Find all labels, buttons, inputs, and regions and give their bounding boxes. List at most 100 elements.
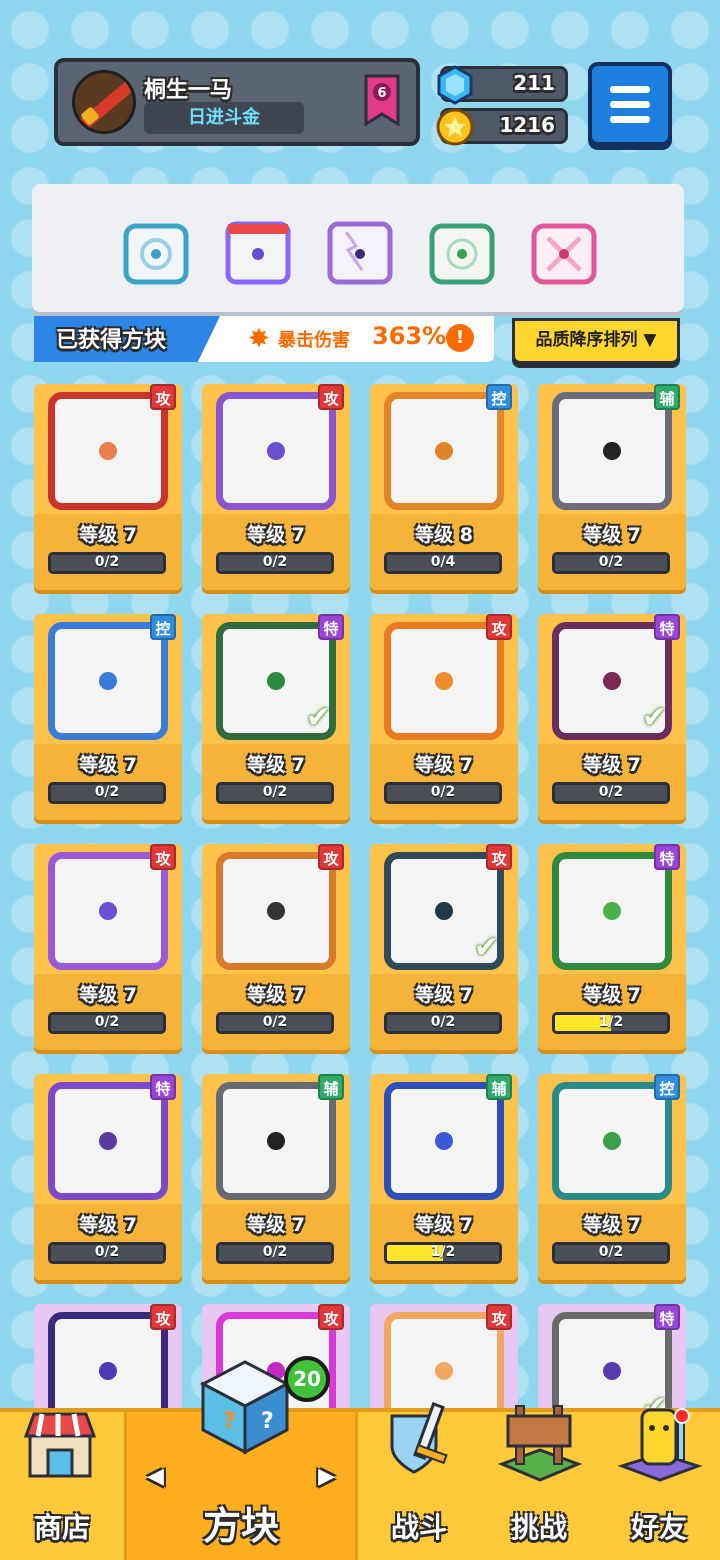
block-artwork: ✔: [384, 852, 504, 970]
block-card[interactable]: 攻等级 7 0/2: [202, 844, 350, 1050]
block-card[interactable]: 辅等级 7 1/2: [370, 1074, 518, 1280]
upgrade-progress-text: 1/2: [430, 1244, 456, 1260]
bottom-navigation: 商店 ?? ◀ ▶ 方块 战斗 挑战 好友: [0, 1360, 720, 1560]
upgrade-progress-bar: 0/2: [552, 552, 670, 574]
upgrade-progress-text: 0/2: [598, 1244, 624, 1260]
equipped-check-icon: ✔: [641, 700, 667, 735]
equipped-blocks-panel: [32, 184, 684, 312]
nav-shop-label: 商店: [33, 1511, 90, 1544]
block-level-label: 等级 7: [247, 984, 305, 1006]
menu-line-icon: [610, 101, 650, 108]
equipped-slot-3[interactable]: [326, 218, 394, 286]
upgrade-progress-bar: 0/4: [384, 552, 502, 574]
block-core-dot: [99, 442, 117, 460]
block-card[interactable]: ✔ 特等级 7 0/2: [202, 614, 350, 820]
block-artwork: [384, 622, 504, 740]
equipped-slot-1[interactable]: [122, 218, 190, 286]
upgrade-progress-bar: 0/2: [48, 1242, 166, 1264]
upgrade-progress-bar: 0/2: [384, 782, 502, 804]
equipped-slot-4[interactable]: [428, 218, 496, 286]
blocks-count-badge: 20: [284, 1356, 330, 1402]
upgrade-progress-bar: 0/2: [216, 782, 334, 804]
nav-blocks-label: 方块: [202, 1504, 279, 1548]
block-card[interactable]: 控等级 7 0/2: [34, 614, 182, 820]
block-level-label: 等级 7: [79, 984, 137, 1006]
menu-line-icon: [610, 116, 650, 123]
block-type-tag: 攻: [318, 844, 344, 870]
block-card[interactable]: 攻等级 7 0/2: [34, 844, 182, 1050]
block-type-tag: 攻: [150, 1304, 176, 1330]
crit-damage-label: 暴击伤害: [278, 330, 350, 351]
upgrade-progress-text: 0/2: [94, 1244, 120, 1260]
player-avatar[interactable]: [72, 70, 136, 134]
nav-battle[interactable]: 战斗: [358, 1401, 480, 1560]
block-core-dot: [267, 1132, 285, 1150]
upgrade-progress-bar: 0/2: [216, 552, 334, 574]
block-type-tag: 控: [150, 614, 176, 640]
upgrade-progress-text: 0/2: [262, 784, 288, 800]
upgrade-progress-text: 0/2: [262, 1014, 288, 1030]
upgrade-progress-text: 0/2: [430, 784, 456, 800]
nav-blocks[interactable]: ?? ◀ ▶ 方块: [124, 1360, 358, 1560]
block-card[interactable]: 特等级 7 0/2: [34, 1074, 182, 1280]
upgrade-progress-bar: 0/2: [552, 782, 670, 804]
equipped-slot-2[interactable]: [224, 218, 292, 286]
coin-counter[interactable]: 1216: [436, 108, 568, 146]
upgrade-progress-bar: 0/2: [384, 1012, 502, 1034]
nav-shop[interactable]: 商店: [0, 1412, 124, 1560]
block-card[interactable]: 控等级 7 0/2: [538, 1074, 686, 1280]
block-artwork: [216, 1082, 336, 1200]
block-level-label: 等级 7: [583, 754, 641, 776]
block-core-dot: [435, 1362, 453, 1380]
gem-icon: [435, 65, 475, 105]
nav-prev-arrow-icon[interactable]: ◀: [147, 1464, 164, 1489]
block-card[interactable]: 控等级 8 0/4: [370, 384, 518, 590]
gem-counter[interactable]: 211: [437, 65, 568, 105]
player-profile-panel[interactable]: 桐生一马 日进斗金 6: [54, 58, 420, 146]
block-card[interactable]: 特等级 7 1/2: [538, 844, 686, 1050]
block-core-dot: [603, 1132, 621, 1150]
block-card[interactable]: ✔ 特等级 7 0/2: [538, 614, 686, 820]
block-core-dot: [99, 1362, 117, 1380]
block-core-dot: [603, 672, 621, 690]
block-type-tag: 攻: [318, 1304, 344, 1330]
signboard-icon: [497, 1400, 583, 1488]
nav-friends-label: 好友: [630, 1511, 687, 1544]
block-core-dot: [603, 902, 621, 920]
block-card[interactable]: 攻等级 7 0/2: [370, 614, 518, 820]
svg-text:?: ?: [261, 1409, 274, 1434]
upgrade-progress-text: 0/2: [94, 1014, 120, 1030]
block-card[interactable]: ✔ 攻等级 7 0/2: [370, 844, 518, 1050]
menu-button[interactable]: [588, 62, 672, 146]
block-artwork: ✔: [552, 622, 672, 740]
equipped-slot-5[interactable]: [530, 218, 598, 286]
block-type-tag: 攻: [150, 844, 176, 870]
upgrade-progress-text: 0/2: [94, 554, 120, 570]
upgrade-progress-text: 0/2: [598, 554, 624, 570]
block-card[interactable]: 辅等级 7 0/2: [202, 1074, 350, 1280]
block-core-dot: [435, 902, 453, 920]
nav-challenge[interactable]: 挑战: [480, 1405, 598, 1560]
upgrade-progress-bar: 0/2: [48, 782, 166, 804]
player-rank-title: 日进斗金: [144, 102, 304, 134]
block-level-label: 等级 7: [247, 1214, 305, 1236]
nav-friends[interactable]: 好友: [598, 1408, 720, 1560]
block-card[interactable]: 辅等级 7 0/2: [538, 384, 686, 590]
block-type-tag: 辅: [654, 384, 680, 410]
sort-dropdown[interactable]: 品质降序排列 ▼: [512, 318, 680, 364]
block-artwork: [552, 852, 672, 970]
info-icon[interactable]: !: [446, 324, 474, 352]
block-card[interactable]: 攻等级 7 0/2: [34, 384, 182, 590]
block-level-label: 等级 7: [583, 524, 641, 546]
upgrade-progress-text: 0/2: [94, 784, 120, 800]
block-core-dot: [435, 672, 453, 690]
block-card[interactable]: 攻等级 7 0/2: [202, 384, 350, 590]
block-artwork: [552, 392, 672, 510]
block-core-dot: [99, 672, 117, 690]
block-core-dot: [603, 1362, 621, 1380]
upgrade-progress-bar: 0/2: [48, 552, 166, 574]
coin-icon: [435, 107, 475, 147]
block-type-tag: 辅: [318, 1074, 344, 1100]
block-core-dot: [435, 1132, 453, 1150]
nav-next-arrow-icon[interactable]: ▶: [318, 1464, 335, 1489]
